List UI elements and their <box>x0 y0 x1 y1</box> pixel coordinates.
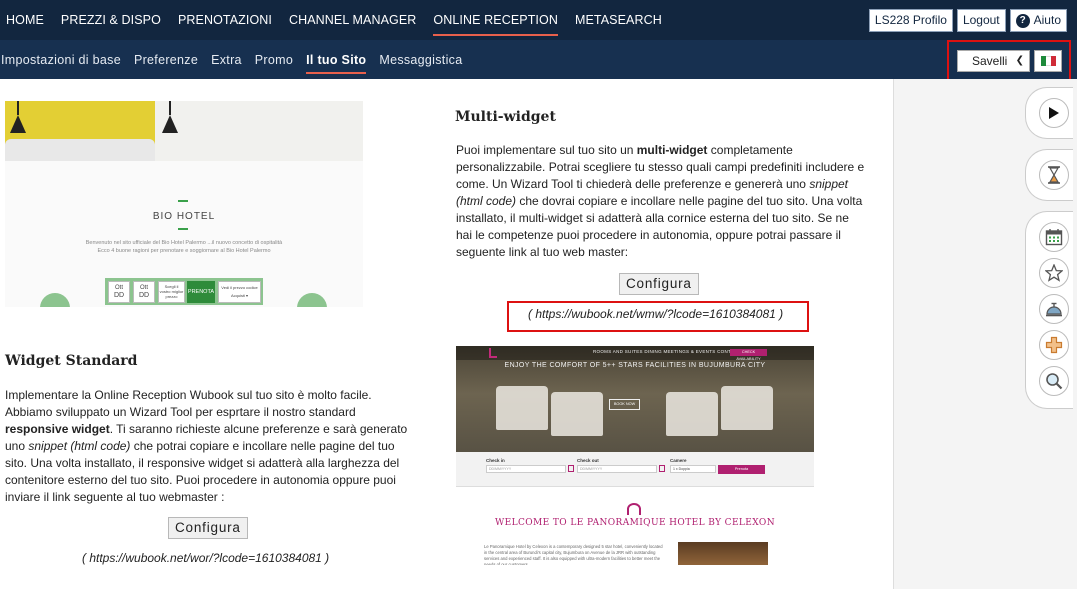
multi-widget-link[interactable]: ( https://wubook.net/wmw/?lcode=16103840… <box>528 307 783 321</box>
italy-flag-icon <box>1041 56 1056 66</box>
preview-booking-form: Ott DD Ott DD Scegli il vostro miglior pre… <box>105 278 263 305</box>
plus-icon <box>1045 336 1063 354</box>
question-mark-icon: ? <box>1015 13 1030 28</box>
tab-messaging[interactable]: Messaggistica <box>373 40 469 79</box>
main-menu: HOME PREZZI & DISPO PRENOTAZIONI CHANNEL… <box>0 0 673 40</box>
top-navigation-bar: HOME PREZZI & DISPO PRENOTAZIONI CHANNEL… <box>0 0 1077 40</box>
search-button[interactable] <box>1039 366 1069 396</box>
service-bell-icon <box>1046 302 1062 317</box>
multi-widget-heading: Multi-widget <box>455 109 556 125</box>
nav-prices-availability[interactable]: PREZZI & DISPO <box>55 0 172 40</box>
add-button[interactable] <box>1039 330 1069 360</box>
hotel-select-value: Savelli <box>972 54 1008 68</box>
nav-reservations[interactable]: PRENOTAZIONI <box>172 0 283 40</box>
property-language-highlight: Savelli ❮ <box>947 40 1071 83</box>
profile-button[interactable]: LS228 Profilo <box>868 9 953 32</box>
help-button[interactable]: ? Aiuto <box>1009 9 1067 32</box>
nav-metasearch[interactable]: METASEARCH <box>569 0 673 40</box>
sub-menu: Impostazioni di base Preferenze Extra Pr… <box>0 40 469 79</box>
lamp-image <box>9 101 27 133</box>
lamp-image <box>161 101 179 133</box>
configure-standard-widget-button[interactable]: Configura <box>168 517 248 539</box>
reviews-button[interactable] <box>1039 258 1069 288</box>
star-icon <box>1045 264 1063 282</box>
widget-standard-heading: Widget Standard <box>5 353 138 369</box>
nav-online-reception[interactable]: ONLINE RECEPTION <box>427 0 569 40</box>
calendar-button[interactable] <box>1039 222 1069 252</box>
help-label: Aiuto <box>1033 13 1061 27</box>
quick-panel-history <box>1025 149 1073 201</box>
nav-channel-manager[interactable]: CHANNEL MANAGER <box>283 0 427 40</box>
sub-navigation-bar: Impostazioni di base Preferenze Extra Pr… <box>0 40 1077 83</box>
language-selector[interactable] <box>1034 50 1062 72</box>
tab-your-site[interactable]: Il tuo Sito <box>300 40 373 79</box>
tab-extra[interactable]: Extra <box>205 40 249 79</box>
search-icon <box>1046 373 1063 390</box>
tab-preferences[interactable]: Preferenze <box>128 40 205 79</box>
play-icon <box>1049 107 1059 119</box>
nav-home[interactable]: HOME <box>0 0 55 40</box>
hotel-logo-icon <box>489 348 497 358</box>
preview-multi-booking-form: Check in DD/MM/YYYY Check out DD/MM/YYYY… <box>456 452 814 487</box>
standard-widget-link[interactable]: ( https://wubook.net/wor/?lcode=16103840… <box>82 551 329 565</box>
account-actions: LS228 Profilo Logout ? Aiuto <box>868 9 1067 32</box>
hotel-select[interactable]: Savelli ❮ <box>957 50 1030 72</box>
preview-hotel-text: Benvenuto nel sito ufficiale del Bio Hot… <box>85 240 283 254</box>
services-button[interactable] <box>1039 294 1069 324</box>
quick-panel-tools <box>1025 211 1073 409</box>
play-button[interactable] <box>1039 98 1069 128</box>
pending-button[interactable] <box>1039 160 1069 190</box>
tab-promo[interactable]: Promo <box>249 40 300 79</box>
quick-panel-play <box>1025 87 1073 139</box>
widget-standard-description: Implementare la Online Reception Wubook … <box>5 388 408 504</box>
multi-widget-description: Puoi implementare sul tuo sito un multi-… <box>456 143 865 259</box>
chevron-down-icon: ❮ <box>1015 55 1024 66</box>
hourglass-icon <box>1048 166 1060 184</box>
ornament-icon <box>627 503 641 515</box>
standard-widget-preview: BIO HOTEL Benvenuto nel sito ufficiale d… <box>5 101 363 307</box>
logout-button[interactable]: Logout <box>956 9 1006 32</box>
configure-multi-widget-button[interactable]: Configura <box>619 273 699 295</box>
calendar-icon <box>1045 229 1063 246</box>
multi-widget-preview: ROOMS AND SUITES DINING MEETINGS & EVENT… <box>456 346 814 565</box>
preview-hotel-title: BIO HOTEL <box>152 211 216 222</box>
tab-basic-settings[interactable]: Impostazioni di base <box>0 40 128 79</box>
